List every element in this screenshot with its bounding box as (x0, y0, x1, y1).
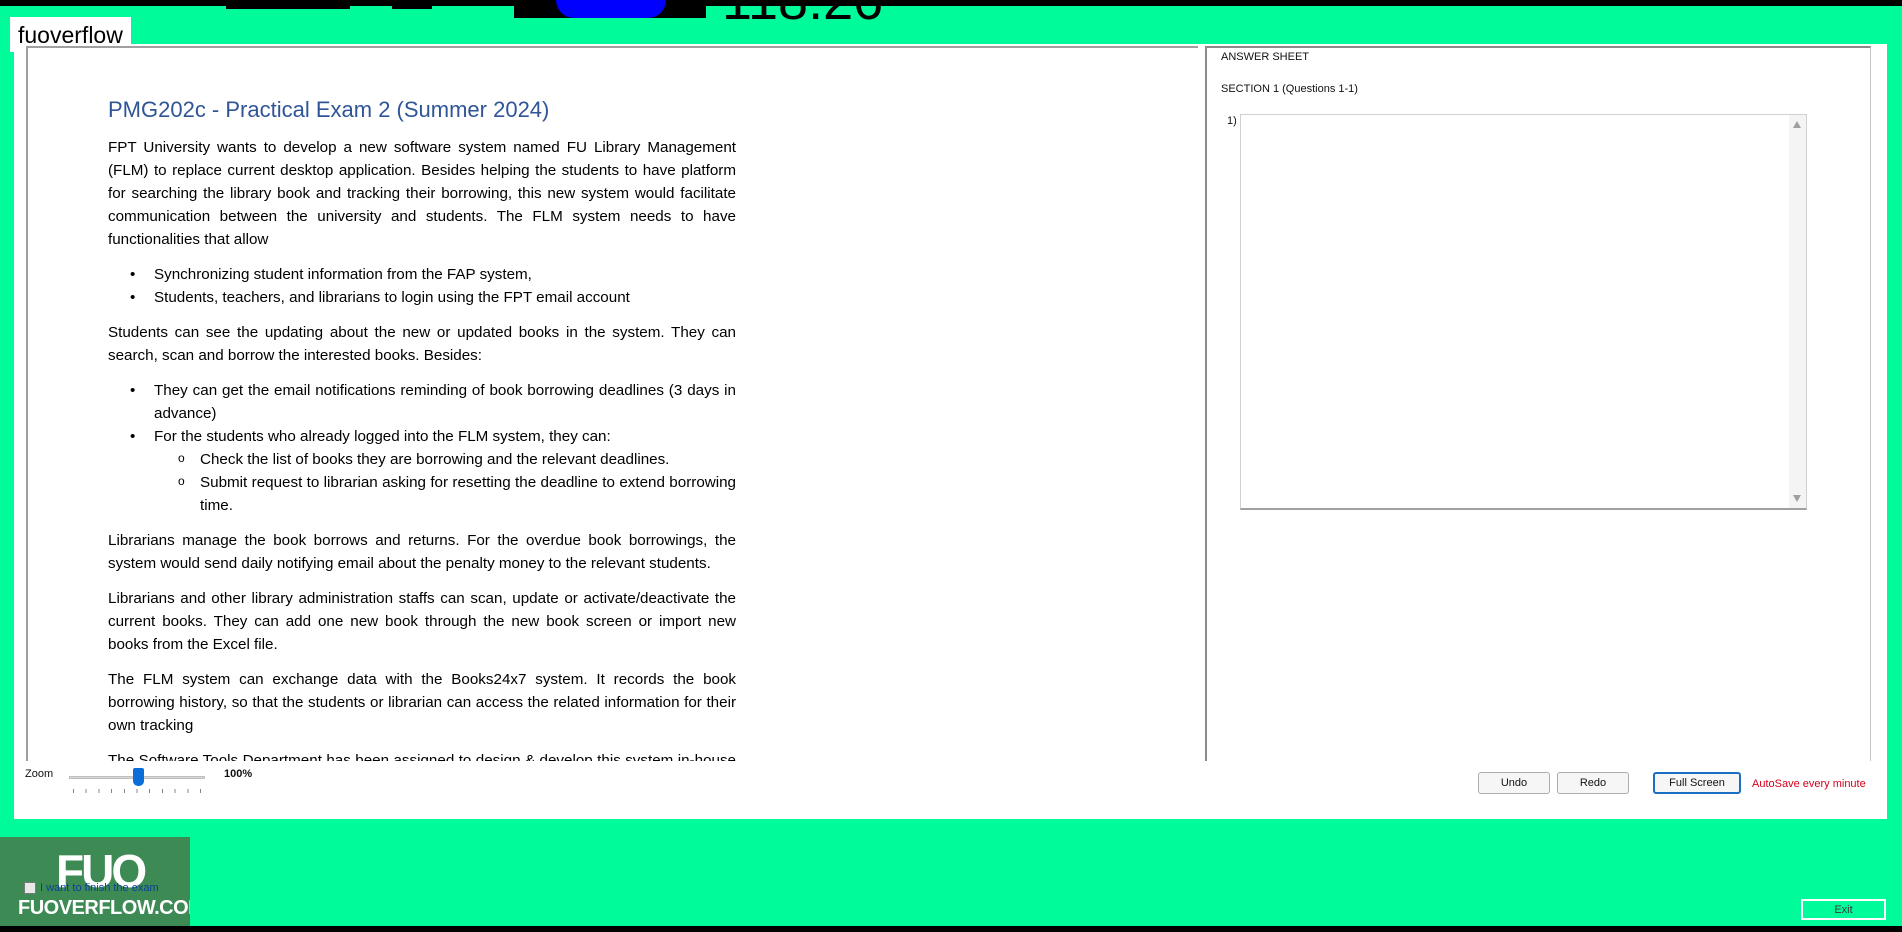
paragraph: The FLM system can exchange data with th… (108, 671, 736, 734)
finish-exam-control[interactable]: I want to finish the exam (24, 881, 159, 895)
sub-list-item: Check the list of books they are borrowi… (154, 447, 736, 471)
scroll-up-icon[interactable] (1793, 121, 1801, 128)
top-fragment-mid (392, 0, 432, 9)
list-item: They can get the email notifications rem… (108, 379, 736, 425)
zoom-ticks (73, 789, 201, 793)
finish-exam-label[interactable]: I want to finish the exam (40, 881, 159, 895)
top-fragment-left (226, 0, 350, 9)
paragraph: Students can see the updating about the … (108, 324, 736, 364)
document-title: PMG202c - Practical Exam 2 (Summer 2024) (108, 97, 550, 122)
paragraph: FPT University wants to develop a new so… (108, 139, 736, 248)
section-label: SECTION 1 (Questions 1-1) (1221, 83, 1358, 95)
logo-text: FUOVERFLOW.COM (18, 897, 190, 919)
answer-sheet-pane: ANSWER SHEET SECTION 1 (Questions 1-1) 1… (1205, 46, 1871, 761)
question-number: 1) (1227, 115, 1237, 127)
bottom-toolbar: Zoom 100% Undo Redo Full Screen AutoSave… (14, 762, 1887, 814)
exit-button[interactable]: Exit (1801, 899, 1886, 920)
bottom-black-bar (0, 926, 1902, 932)
question-document: PMG202c - Practical Exam 2 (Summer 2024)… (108, 96, 736, 761)
paragraph: Librarians and other library administrat… (108, 590, 736, 653)
list-item: Synchronizing student information from t… (108, 263, 736, 286)
list-item: Students, teachers, and librarians to lo… (108, 286, 736, 309)
list-item: For the students who already logged into… (108, 425, 736, 517)
answer-box (1240, 114, 1807, 510)
fullscreen-button[interactable]: Full Screen (1653, 772, 1741, 794)
status-indicator (556, 0, 666, 18)
zoom-label: Zoom (25, 768, 54, 780)
sub-list: Check the list of books they are borrowi… (154, 447, 736, 517)
scroll-down-icon[interactable] (1793, 495, 1801, 502)
autosave-note: AutoSave every minute (1752, 778, 1866, 790)
question-pane[interactable]: PMG202c - Practical Exam 2 (Summer 2024)… (26, 46, 1198, 761)
answer-sheet-title: ANSWER SHEET (1221, 51, 1310, 63)
paragraph: The Software Tools Department has been a… (108, 752, 736, 761)
timer-text: 118:26 (722, 0, 884, 31)
finish-exam-checkbox[interactable] (24, 882, 36, 894)
answer-input[interactable] (1241, 115, 1789, 508)
redo-button[interactable]: Redo (1557, 772, 1629, 794)
bullet-list: Synchronizing student information from t… (108, 263, 736, 309)
list-item-text: For the students who already logged into… (154, 428, 611, 445)
paragraph: Librarians manage the book borrows and r… (108, 532, 736, 572)
undo-button[interactable]: Undo (1478, 772, 1550, 794)
sub-list-item: Submit request to librarian asking for r… (154, 470, 736, 517)
bullet-list: They can get the email notifications rem… (108, 379, 736, 517)
zoom-value: 100% (224, 768, 253, 780)
answer-scrollbar[interactable] (1789, 115, 1806, 508)
zoom-slider-thumb[interactable] (133, 768, 144, 786)
